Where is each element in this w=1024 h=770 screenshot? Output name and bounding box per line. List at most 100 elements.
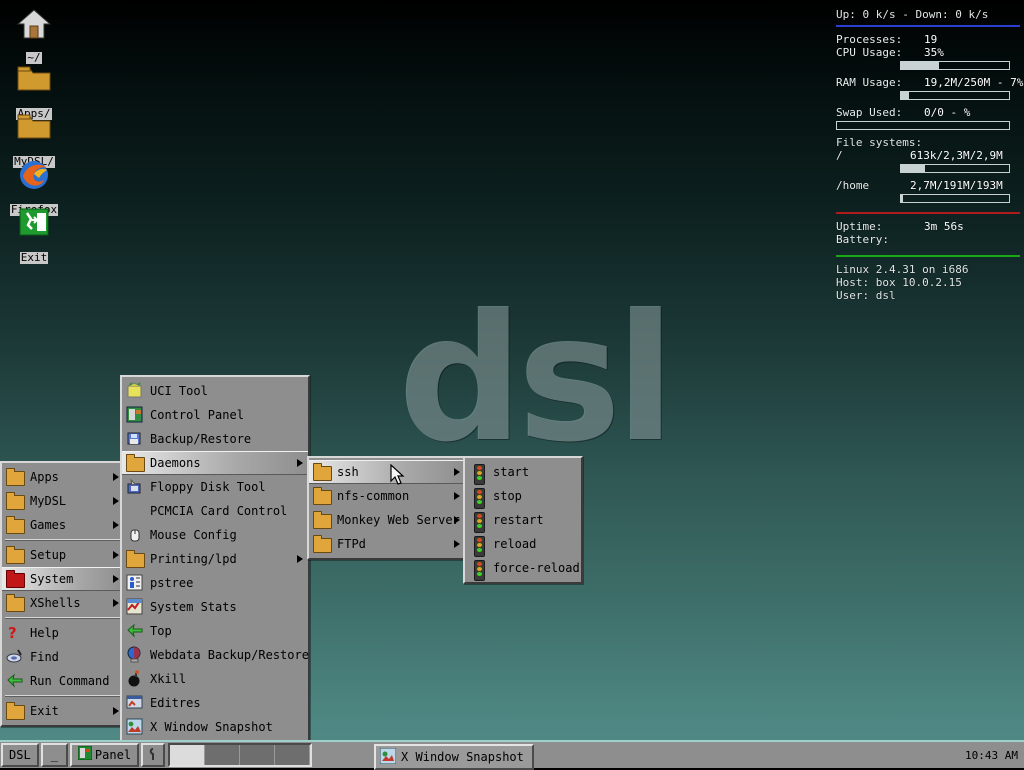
folder-icon: [126, 454, 145, 472]
root-menu-item-mydsl[interactable]: MyDSL: [2, 489, 124, 513]
ssh-submenu[interactable]: start stop restart reload force-reload: [463, 456, 583, 584]
extra-button[interactable]: [141, 743, 166, 767]
root-menu-item-exit[interactable]: Exit: [2, 699, 124, 723]
panel-button[interactable]: Panel: [69, 743, 140, 767]
pstree-icon: [126, 574, 143, 594]
task-list[interactable]: X Window Snapshot: [312, 742, 965, 770]
desktop-icon-exit[interactable]: Exit: [4, 206, 64, 265]
processes-label: Processes:: [836, 33, 903, 46]
ssh-menu-item-force-reload[interactable]: force-reload: [465, 556, 581, 581]
menu-item-label: Help: [30, 626, 59, 640]
firefox-icon: [4, 158, 64, 198]
chevron-right-icon: [113, 497, 119, 505]
chevron-right-icon: [113, 707, 119, 715]
battery-label: Battery:: [836, 233, 889, 246]
system-menu-item-printing-lpd[interactable]: Printing/lpd: [122, 547, 308, 571]
root-menu-item-setup[interactable]: Setup: [2, 543, 124, 567]
daemons-menu-item-ftpd[interactable]: FTPd: [309, 532, 465, 556]
find-icon: [6, 649, 24, 666]
traffic-light-icon: [473, 536, 485, 557]
daemons-submenu[interactable]: ssh nfs-common Monkey Web Server FTPd: [307, 456, 467, 560]
system-menu-item-top[interactable]: Top: [122, 619, 308, 643]
root-menu-item-games[interactable]: Games: [2, 513, 124, 537]
pager-desktop-2[interactable]: [205, 745, 241, 765]
menu-item-label: System: [30, 572, 74, 586]
menu-item-label: Daemons: [150, 456, 201, 470]
system-menu-item-webdata-backup-restore[interactable]: Webdata Backup/Restore: [122, 643, 309, 667]
daemons-menu-item-monkey-web-server[interactable]: Monkey Web Server: [309, 508, 465, 532]
fs-root-row: / 613k/2,3M/2,9M: [836, 149, 1020, 162]
daemons-menu-item-nfs-common[interactable]: nfs-common: [309, 484, 465, 508]
taskbar[interactable]: DSL _ Panel X Window Snapshot 10:43 AM: [0, 740, 1024, 770]
ram-bar: [900, 91, 1010, 100]
root-menu-item-find[interactable]: Find: [2, 645, 124, 669]
folder-icon: [6, 702, 25, 720]
clock: 10:43 AM: [965, 748, 1018, 762]
menu-item-label: Webdata Backup/Restore: [150, 648, 309, 662]
system-menu-item-xkill[interactable]: Xkill: [122, 667, 308, 691]
menu-item-label: MyDSL: [30, 494, 67, 508]
system-submenu[interactable]: UCI Tool Control Panel Backup/Restore Daemo…: [120, 375, 310, 743]
system-menu-item-pcmcia-card-control[interactable]: PCMCIA Card Control: [122, 499, 308, 523]
minimize-button[interactable]: _: [40, 743, 68, 767]
menu-item-label: Find: [30, 650, 59, 664]
folder-icon: [6, 468, 25, 486]
pager-desktop-1[interactable]: [170, 745, 206, 765]
ram-label: RAM Usage:: [836, 76, 903, 89]
editres-icon: [126, 695, 143, 714]
folder-icon: [6, 516, 25, 534]
exit-icon: [4, 206, 64, 246]
menu-item-label: System Stats: [150, 600, 237, 614]
pager-desktop-3[interactable]: [240, 745, 276, 765]
webdata-icon: [126, 646, 143, 666]
system-menu-item-daemons[interactable]: Daemons: [122, 451, 308, 475]
fs-home-value: 2,7M/191M/193M: [910, 179, 1003, 192]
start-button[interactable]: DSL: [1, 743, 39, 767]
system-monitor: Up: 0 k/s - Down: 0 k/s Processes: 19 CP…: [836, 8, 1023, 302]
root-menu-item-xshells[interactable]: XShells: [2, 591, 124, 615]
cpu-row: CPU Usage: 35%: [836, 46, 1020, 59]
menu-item-label: Floppy Disk Tool: [150, 480, 266, 494]
ssh-menu-item-start[interactable]: start: [465, 460, 581, 485]
ssh-menu-item-restart[interactable]: restart: [465, 508, 581, 533]
system-menu-item-system-stats[interactable]: System Stats: [122, 595, 308, 619]
desktop-icon-label: Exit: [19, 251, 49, 264]
swap-bar: [836, 121, 1010, 130]
fs-root-value: 613k/2,3M/2,9M: [910, 149, 1003, 162]
svg-text:?: ?: [8, 624, 17, 641]
root-menu-item-run-command[interactable]: Run Command: [2, 669, 124, 693]
menu-item-label: Backup/Restore: [150, 432, 252, 446]
snapshot-icon: [126, 718, 143, 738]
system-menu-item-mouse-config[interactable]: Mouse Config: [122, 523, 308, 547]
monitor-divider-green: [836, 255, 1020, 257]
system-menu-item-editres[interactable]: Editres: [122, 691, 308, 715]
swap-value: 0/0 - %: [924, 106, 971, 119]
system-menu-item-backup-restore[interactable]: Backup/Restore: [122, 427, 308, 451]
desktop-pager[interactable]: [168, 743, 313, 767]
system-menu-item-x-window-snapshot[interactable]: X Window Snapshot: [122, 715, 308, 739]
swap-row: Swap Used: 0/0 - %: [836, 106, 1020, 119]
menu-item-label: reload: [493, 537, 537, 551]
system-menu-item-uci-tool[interactable]: UCI Tool: [122, 379, 308, 403]
desktop-icon-home[interactable]: ~/: [4, 6, 64, 65]
root-menu-item-help[interactable]: ? Help: [2, 621, 124, 645]
menu-item-label: Games: [30, 518, 67, 532]
system-menu-item-control-panel[interactable]: Control Panel: [122, 403, 308, 427]
menu-item-label: Control Panel: [150, 408, 244, 422]
traffic-light-icon: [473, 560, 485, 581]
cpu-label: CPU Usage:: [836, 46, 903, 59]
system-menu-item-floppy-disk-tool[interactable]: Floppy Disk Tool: [122, 475, 308, 499]
root-menu-item-apps[interactable]: Apps: [2, 465, 124, 489]
daemons-menu-item-ssh[interactable]: ssh: [309, 460, 465, 484]
root-menu[interactable]: Apps MyDSL Games Setup System XShells? Help Fin…: [0, 461, 126, 727]
ssh-menu-item-stop[interactable]: stop: [465, 484, 581, 509]
root-menu-item-system[interactable]: System: [2, 567, 124, 591]
menu-item-label: force-reload: [493, 561, 580, 575]
pager-desktop-4[interactable]: [275, 745, 311, 765]
desktop[interactable]: dsl ~/ Apps/ MyDSL/: [0, 0, 1024, 770]
ssh-menu-item-reload[interactable]: reload: [465, 532, 581, 557]
task-button[interactable]: X Window Snapshot: [374, 744, 534, 770]
menu-item-label: nfs-common: [337, 489, 410, 503]
system-menu-item-pstree[interactable]: pstree: [122, 571, 308, 595]
fs-home-row: /home 2,7M/191M/193M: [836, 179, 1020, 192]
